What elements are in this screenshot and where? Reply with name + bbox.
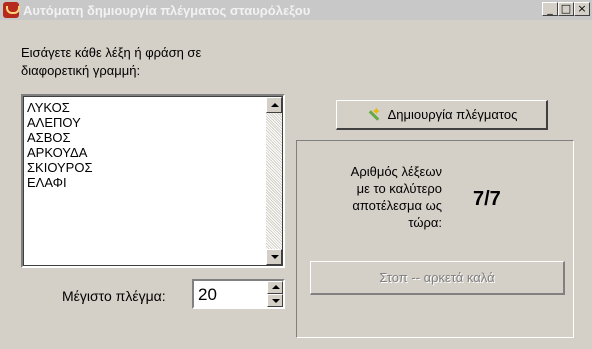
word-item: ΕΛΑΦΙ xyxy=(27,175,67,190)
close-button[interactable]: × xyxy=(574,2,590,16)
maximize-button[interactable]: □ xyxy=(558,2,574,16)
word-list: ΛΥΚΟΣ ΑΛΕΠΟΥ ΑΣΒΟΣ ΑΡΚΟΥΔΑ ΣΚΙΟΥΡΟΣ ΕΛΑΦ… xyxy=(27,100,93,190)
generate-grid-button[interactable]: ✦ Δημιουργία πλέγματος xyxy=(336,100,548,130)
scroll-up-button[interactable] xyxy=(266,97,282,113)
minimize-button[interactable]: _ xyxy=(542,2,558,16)
magic-wand-icon: ✦ xyxy=(366,106,382,123)
result-label-line: Αριθμός λέξεων xyxy=(350,164,442,179)
max-grid-label: Μέγιστο πλέγμα: xyxy=(62,288,166,304)
app-icon[interactable] xyxy=(3,2,20,18)
best-score-value: 7/7 xyxy=(473,188,501,210)
word-item: ΣΚΙΟΥΡΟΣ xyxy=(27,160,93,175)
result-label-line: τώρα: xyxy=(408,215,442,230)
instructions-label: Εισάγετε κάθε λέξη ή φράση σε διαφορετικ… xyxy=(21,45,202,78)
max-grid-spinner[interactable] xyxy=(192,279,285,309)
window-title: Αυτόματη δημιουργία πλέγματος σταυρόλεξο… xyxy=(23,2,311,18)
word-item: ΛΥΚΟΣ xyxy=(27,100,70,115)
spin-up-button[interactable] xyxy=(267,281,283,294)
result-label-line: αποτέλεσμα ως xyxy=(352,198,442,213)
scroll-down-button[interactable] xyxy=(266,249,282,265)
word-item: ΑΡΚΟΥΔΑ xyxy=(27,145,88,160)
result-label: Αριθμός λέξεων με το καλύτερο αποτέλεσμα… xyxy=(300,163,442,231)
spinner-buttons xyxy=(267,281,283,307)
stop-button[interactable]: Στοπ -- αρκετά καλά xyxy=(310,261,565,295)
generate-grid-label: Δημιουργία πλέγματος xyxy=(387,107,518,122)
word-item: ΑΣΒΟΣ xyxy=(27,130,71,145)
word-item: ΑΛΕΠΟΥ xyxy=(27,115,81,130)
window-controls: _ □ × xyxy=(542,2,590,16)
vertical-scrollbar[interactable] xyxy=(266,97,282,265)
arrow-down-icon xyxy=(271,255,279,259)
arrow-up-icon xyxy=(272,285,280,289)
stop-button-label: Στοπ -- αρκετά καλά xyxy=(379,270,495,285)
max-grid-input[interactable] xyxy=(198,285,258,305)
arrow-down-icon xyxy=(272,299,280,303)
spin-down-button[interactable] xyxy=(267,294,283,307)
result-label-line: με το καλύτερο xyxy=(356,181,442,196)
crossword-generator-window: Αυτόματη δημιουργία πλέγματος σταυρόλεξο… xyxy=(0,0,592,349)
word-list-textbox[interactable]: ΛΥΚΟΣ ΑΛΕΠΟΥ ΑΣΒΟΣ ΑΡΚΟΥΔΑ ΣΚΙΟΥΡΟΣ ΕΛΑΦ… xyxy=(21,94,285,268)
title-bar[interactable]: Αυτόματη δημιουργία πλέγματος σταυρόλεξο… xyxy=(0,0,592,20)
arrow-up-icon xyxy=(271,103,279,107)
